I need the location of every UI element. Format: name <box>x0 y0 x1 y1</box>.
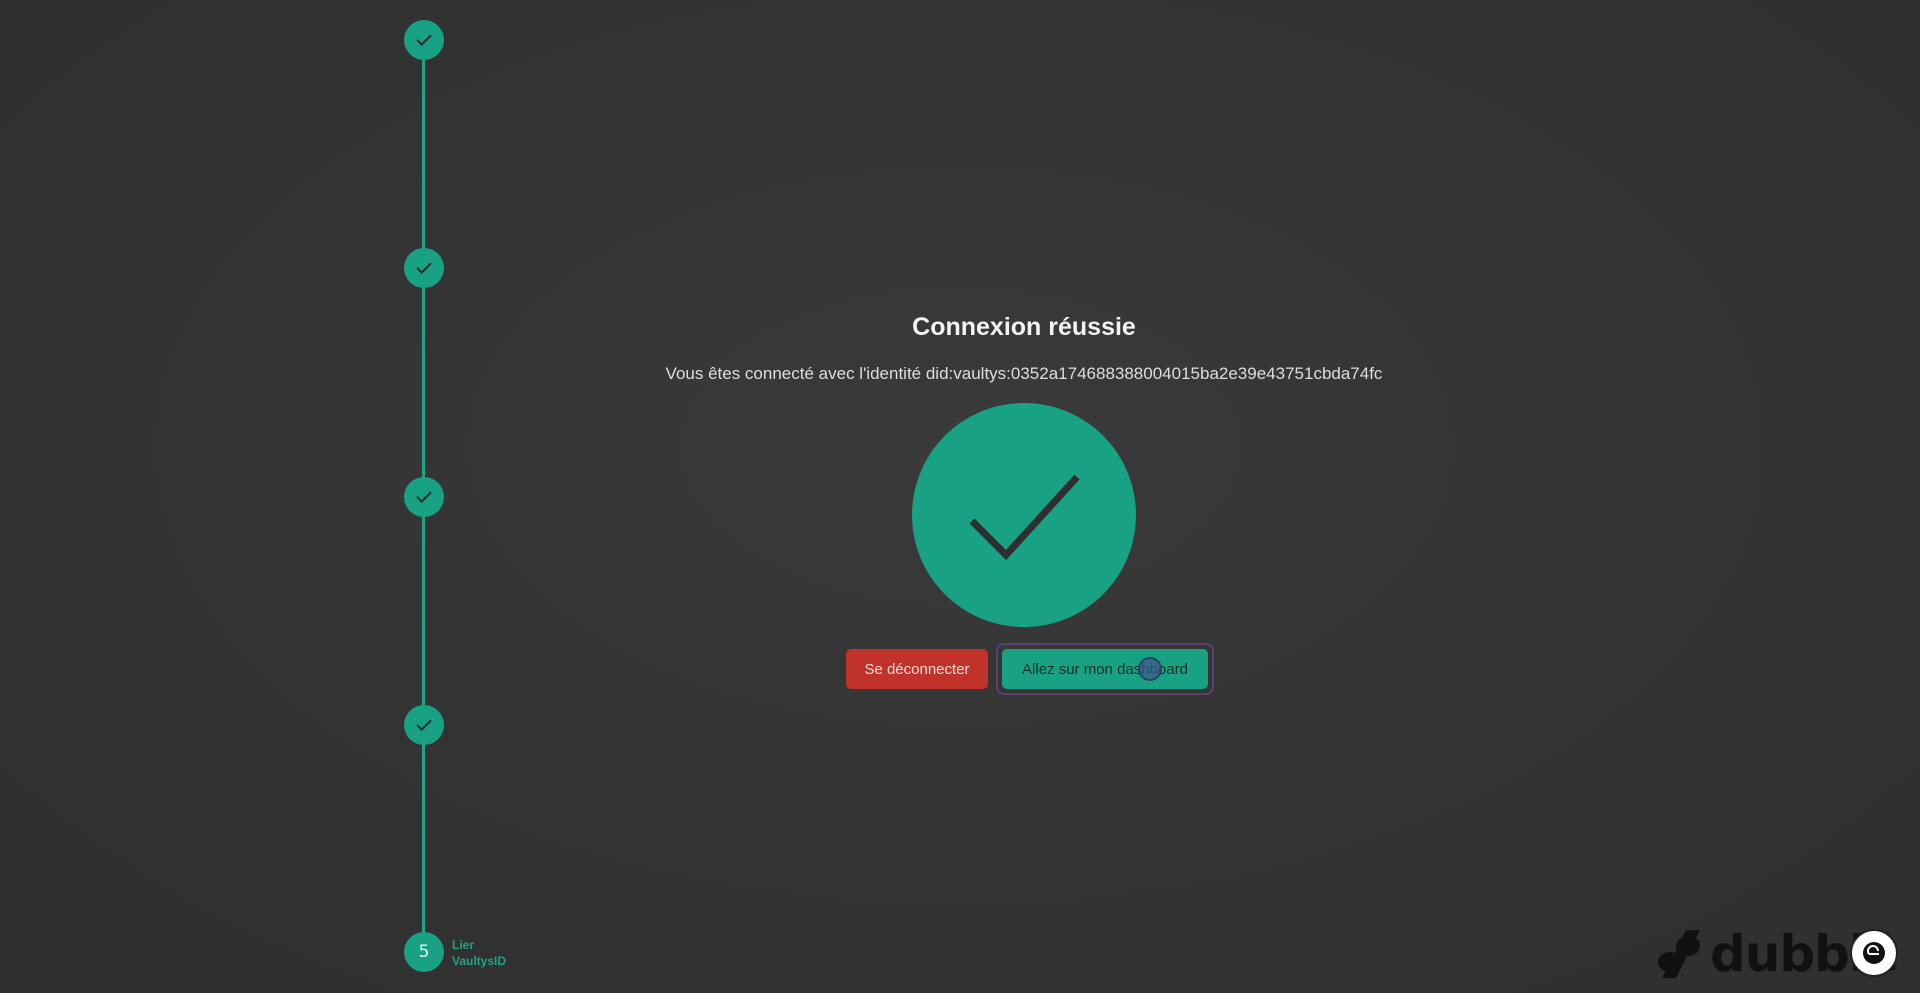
success-check-icon <box>969 474 1080 561</box>
step-2-complete <box>404 248 444 288</box>
step-5-current: 5 <box>404 932 444 972</box>
identity-message: Vous êtes connecté avec l'identité did:v… <box>665 364 1383 383</box>
dashboard-button-focus-ring: Allez sur mon dashboard <box>996 643 1214 695</box>
main-content: Connexion réussie Vous êtes connecté ave… <box>560 0 1488 993</box>
page: 5 Lier VaultysID Connexion réussie Vous … <box>0 0 1920 993</box>
success-badge <box>912 403 1136 627</box>
step-4-complete <box>404 705 444 745</box>
brand-watermark: dubble <box>1656 925 1899 983</box>
brand-badge <box>1850 929 1898 977</box>
dashboard-button[interactable]: Allez sur mon dashboard <box>1002 649 1208 689</box>
dubble-logo-icon <box>1657 930 1700 978</box>
check-icon <box>416 262 432 275</box>
step-label-line1: Lier <box>452 938 475 952</box>
check-icon <box>416 719 432 732</box>
check-icon <box>416 491 432 504</box>
edit-icon <box>1863 942 1885 964</box>
action-buttons: Se déconnecter Allez sur mon dashboard <box>846 643 1214 695</box>
step-1-complete <box>404 20 444 60</box>
logout-button[interactable]: Se déconnecter <box>846 649 988 689</box>
step-5-label: Lier VaultysID <box>452 937 572 969</box>
page-title: Connexion réussie <box>912 313 1136 341</box>
cursor-indicator <box>1138 657 1162 681</box>
step-number: 5 <box>418 942 430 962</box>
step-label-line2: VaultysID <box>452 954 507 968</box>
step-3-complete <box>404 477 444 517</box>
check-icon <box>416 34 432 47</box>
